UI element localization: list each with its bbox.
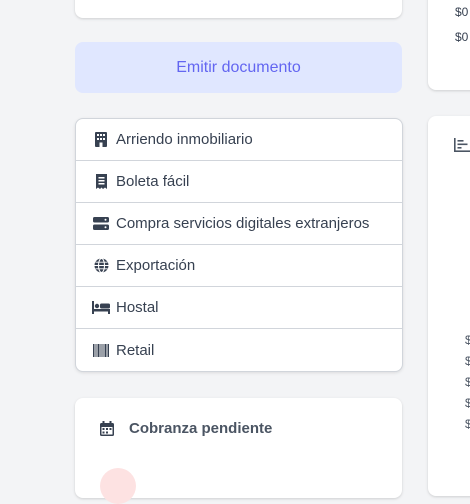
top-card [75,0,402,18]
cobranza-title-text: Cobranza pendiente [129,420,273,437]
emit-document-button[interactable]: Emitir documento [75,42,402,93]
axis-tick: $ [465,417,470,431]
doc-item-compra-servicios[interactable]: Compra servicios digitales extranjeros [76,203,402,245]
doc-item-label: Compra servicios digitales extranjeros [116,215,370,232]
globe-icon [92,258,110,274]
doc-item-label: Boleta fácil [116,173,190,190]
cobranza-title: Cobranza pendiente [100,420,272,437]
axis-tick: $ [465,396,470,410]
server-icon [92,216,110,232]
avatar [100,468,136,504]
doc-item-label: Arriendo inmobiliario [116,131,253,148]
barcode-icon [92,342,110,358]
doc-item-retail[interactable]: Retail [76,329,402,371]
amount-value: $0 [455,30,469,44]
doc-item-arriendo[interactable]: Arriendo inmobiliario [76,119,402,161]
document-type-list: Arriendo inmobiliario Boleta fácil Compr… [75,118,403,372]
building-icon [92,132,110,148]
axis-tick: $ [465,354,470,368]
amount-value: $0 [455,5,469,19]
doc-item-label: Exportación [116,257,196,274]
doc-item-boleta[interactable]: Boleta fácil [76,161,402,203]
calendar-icon [100,420,116,437]
doc-item-label: Hostal [116,299,159,316]
bed-icon [92,300,110,316]
doc-item-label: Retail [116,341,155,359]
axis-tick: $ [465,375,470,389]
right-chart-card [428,116,470,496]
doc-item-hostal[interactable]: Hostal [76,287,402,329]
receipt-icon [92,174,110,190]
axis-tick: $ [465,333,470,347]
chart-bar-icon [454,138,470,154]
doc-item-exportacion[interactable]: Exportación [76,245,402,287]
